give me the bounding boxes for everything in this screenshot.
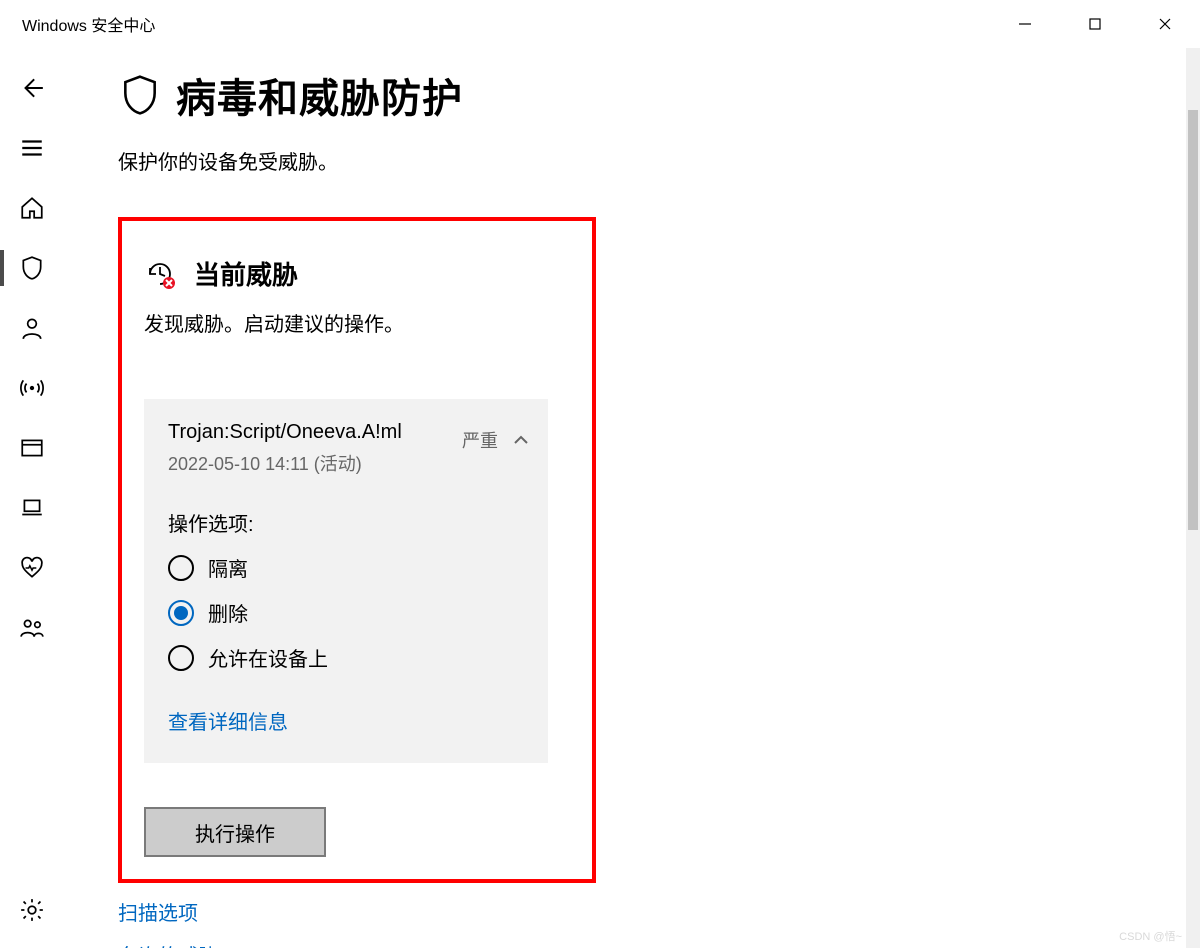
arrow-left-icon: [19, 75, 45, 101]
radio-label: 允许在设备上: [208, 643, 328, 672]
broadcast-icon: [19, 375, 45, 401]
hamburger-icon: [19, 135, 45, 161]
radio-circle: [168, 555, 194, 581]
execute-action-button[interactable]: 执行操作: [144, 807, 326, 857]
current-threats-section: 当前威胁 发现威胁。启动建议的操作。 Trojan:Script/Oneeva.…: [118, 217, 596, 883]
settings-button[interactable]: [0, 880, 64, 940]
radio-quarantine[interactable]: 隔离: [168, 553, 530, 582]
sidebar-item-virus-protection[interactable]: [0, 238, 64, 298]
laptop-icon: [19, 495, 45, 521]
sidebar-item-home[interactable]: [0, 178, 64, 238]
window-controls: [990, 0, 1200, 48]
maximize-button[interactable]: [1060, 0, 1130, 48]
allowed-threats-link[interactable]: 允许的威胁: [118, 940, 1150, 948]
threat-timestamp: 2022-05-10 14:11 (活动): [168, 450, 402, 476]
radio-label: 隔离: [208, 553, 248, 582]
view-details-link[interactable]: 查看详细信息: [168, 706, 530, 735]
sidebar: [0, 48, 64, 948]
current-threats-title: 当前威胁: [194, 255, 298, 292]
radio-allow[interactable]: 允许在设备上: [168, 643, 530, 672]
page-subtitle: 保护你的设备免受威胁。: [118, 146, 1150, 175]
people-icon: [19, 615, 45, 641]
heart-icon: [19, 555, 45, 581]
threat-severity: 严重: [462, 427, 498, 453]
current-threats-subtitle: 发现威胁。启动建议的操作。: [144, 308, 570, 337]
threat-expand-toggle[interactable]: 严重: [462, 427, 530, 453]
sidebar-item-account[interactable]: [0, 298, 64, 358]
home-icon: [19, 195, 45, 221]
page-title: 病毒和威胁防护: [176, 66, 463, 124]
shield-large-icon: [118, 73, 162, 117]
main-content: 病毒和威胁防护 保护你的设备免受威胁。 当前威胁 发现威胁。启动建议的操作。: [64, 48, 1200, 948]
threat-card: Trojan:Script/Oneeva.A!ml 2022-05-10 14:…: [144, 399, 548, 763]
radio-remove[interactable]: 删除: [168, 598, 530, 627]
options-label: 操作选项:: [168, 508, 530, 537]
sidebar-item-device-security[interactable]: [0, 478, 64, 538]
close-button[interactable]: [1130, 0, 1200, 48]
shield-icon: [19, 255, 45, 281]
radio-circle: [168, 645, 194, 671]
scrollbar-track[interactable]: [1186, 48, 1200, 948]
window-icon: [19, 435, 45, 461]
radio-circle: [168, 600, 194, 626]
person-icon: [19, 315, 45, 341]
scan-options-link[interactable]: 扫描选项: [118, 897, 1150, 926]
sidebar-item-firewall[interactable]: [0, 358, 64, 418]
menu-button[interactable]: [0, 118, 64, 178]
gear-icon: [19, 897, 45, 923]
sidebar-item-family[interactable]: [0, 598, 64, 658]
window-title: Windows 安全中心: [22, 12, 155, 36]
back-button[interactable]: [0, 58, 64, 118]
minimize-button[interactable]: [990, 0, 1060, 48]
sidebar-item-app-browser[interactable]: [0, 418, 64, 478]
scrollbar-thumb[interactable]: [1188, 110, 1198, 530]
chevron-up-icon: [512, 431, 530, 449]
radio-label: 删除: [208, 598, 248, 627]
threat-name: Trojan:Script/Oneeva.A!ml: [168, 421, 402, 444]
history-alert-icon: [144, 258, 176, 290]
sidebar-item-device-health[interactable]: [0, 538, 64, 598]
